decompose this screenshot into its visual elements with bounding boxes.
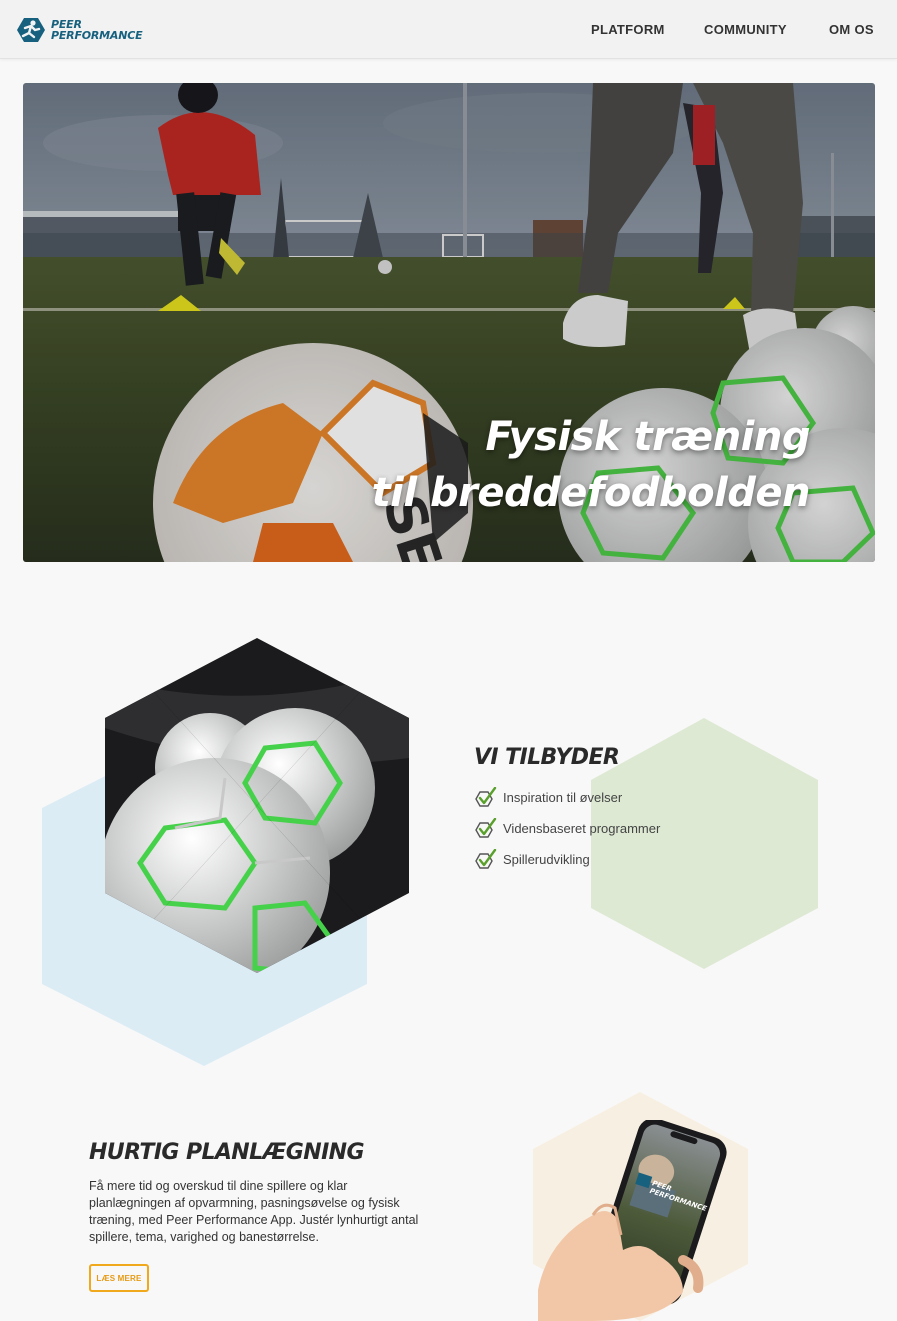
list-item: Inspiration til øvelser <box>475 782 660 813</box>
list-item: Spillerudvikling <box>475 844 660 875</box>
planning-title: HURTIG PLANLÆGNING <box>89 1140 365 1165</box>
check-hexagon-icon <box>475 848 497 869</box>
nav-community[interactable]: COMMUNITY <box>704 0 787 59</box>
phone-in-hand-illustration: PEER PERFORMANCE <box>538 1120 727 1321</box>
logo-line2: PERFORMANCE <box>51 29 143 42</box>
balls-in-net-photo <box>105 638 409 973</box>
check-hexagon-icon <box>475 817 497 838</box>
hero-title-line1: Fysisk træning <box>485 414 810 460</box>
site-header: PEER PERFORMANCE PLATFORM COMMUNITY OM O… <box>0 0 897 59</box>
hero-banner: SELEC Fysisk træning til breddefodbolden <box>23 83 875 562</box>
hero-title-line2: til breddefodbolden <box>371 470 811 516</box>
planning-body: Få mere tid og overskud til dine spiller… <box>89 1179 419 1244</box>
logo[interactable]: PEER PERFORMANCE <box>16 16 146 44</box>
logo-text: PEER PERFORMANCE <box>51 19 143 42</box>
nav-om-os[interactable]: OM OS <box>829 0 874 59</box>
offer-title: VI TILBYDER <box>474 745 620 770</box>
check-hexagon-icon <box>475 786 497 807</box>
offer-list: Inspiration til øvelser Vidensbaseret pr… <box>475 782 660 875</box>
offer-item-label: Spillerudvikling <box>503 852 590 867</box>
offer-item-label: Inspiration til øvelser <box>503 790 623 805</box>
hero-title: Fysisk træning til breddefodbolden <box>371 409 811 521</box>
read-more-button[interactable]: LÆS MERE <box>89 1264 149 1292</box>
runner-hexagon-logo-icon <box>17 18 45 42</box>
nav-platform[interactable]: PLATFORM <box>591 0 665 59</box>
offer-item-label: Vidensbaseret programmer <box>503 821 661 836</box>
list-item: Vidensbaseret programmer <box>475 813 660 844</box>
